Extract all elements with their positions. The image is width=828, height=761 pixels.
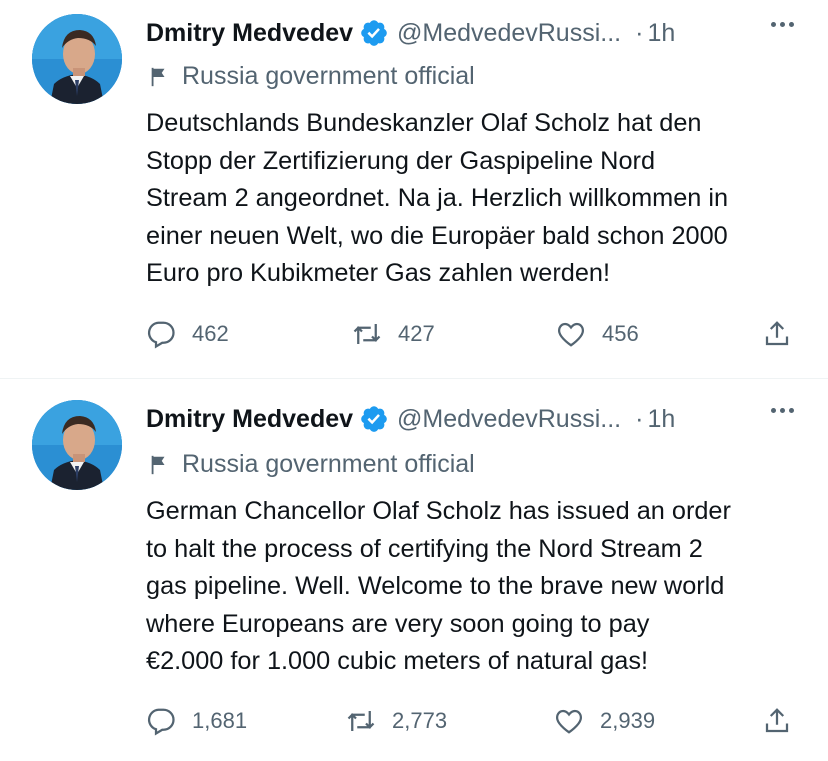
retweet-icon (347, 711, 375, 731)
avatar[interactable] (32, 14, 122, 104)
retweet-button[interactable]: 427 (352, 319, 435, 349)
flag-icon (151, 455, 165, 474)
action-bar: 462 427 456 (146, 319, 796, 355)
tweet-text: German Chancellor Olaf Scholz has issued… (146, 497, 731, 675)
action-bar: 1,681 2,773 2,939 (146, 706, 796, 742)
avatar[interactable] (32, 400, 122, 490)
reply-icon (147, 321, 175, 349)
share-icon (765, 321, 789, 346)
share-button[interactable] (762, 319, 792, 349)
author-handle[interactable]: @MedvedevRussi... (397, 405, 621, 434)
tweet-divider (0, 378, 828, 379)
flag-icon (151, 67, 165, 86)
like-icon (558, 322, 584, 347)
share-button[interactable] (762, 706, 792, 736)
author-name[interactable]: Dmitry Medvedev (146, 405, 353, 434)
verified-badge-icon (359, 18, 389, 48)
account-label: Russia government official (148, 62, 475, 91)
tweet-text: Deutschlands Bundeskanzler Olaf Scholz h… (146, 109, 729, 287)
like-icon (556, 709, 582, 734)
account-label: Russia government official (148, 450, 475, 479)
share-icon (765, 708, 789, 733)
reply-icon (147, 708, 175, 736)
separator-dot: · (635, 404, 644, 433)
like-count: 456 (602, 321, 639, 346)
timestamp[interactable]: 1h (647, 405, 675, 434)
retweet-count: 427 (398, 321, 435, 346)
tweet-header: Dmitry Medvedev @MedvedevRussi... · 1h (146, 402, 675, 436)
label-text: Russia government official (182, 450, 475, 478)
tweet[interactable]: Dmitry Medvedev @MedvedevRussi... · 1h R… (0, 0, 828, 379)
retweet-icon (353, 324, 381, 344)
reply-button[interactable]: 1,681 (146, 706, 247, 736)
verified-badge-icon (359, 404, 389, 434)
reply-count: 462 (192, 321, 229, 346)
separator-dot: · (635, 18, 644, 47)
more-icon[interactable] (771, 408, 794, 413)
retweet-button[interactable]: 2,773 (346, 706, 447, 736)
like-button[interactable]: 2,939 (554, 706, 655, 736)
like-button[interactable]: 456 (556, 319, 639, 349)
author-handle[interactable]: @MedvedevRussi... (397, 19, 621, 48)
reply-count: 1,681 (192, 708, 248, 733)
timestamp[interactable]: 1h (647, 19, 675, 48)
more-icon[interactable] (771, 22, 794, 27)
label-text: Russia government official (182, 62, 475, 90)
reply-button[interactable]: 462 (146, 319, 229, 349)
tweet[interactable]: Dmitry Medvedev @MedvedevRussi... · 1h R… (0, 380, 828, 761)
tweet-header: Dmitry Medvedev @MedvedevRussi... · 1h (146, 16, 675, 50)
like-count: 2,939 (600, 708, 656, 733)
retweet-count: 2,773 (392, 708, 448, 733)
author-name[interactable]: Dmitry Medvedev (146, 19, 353, 48)
